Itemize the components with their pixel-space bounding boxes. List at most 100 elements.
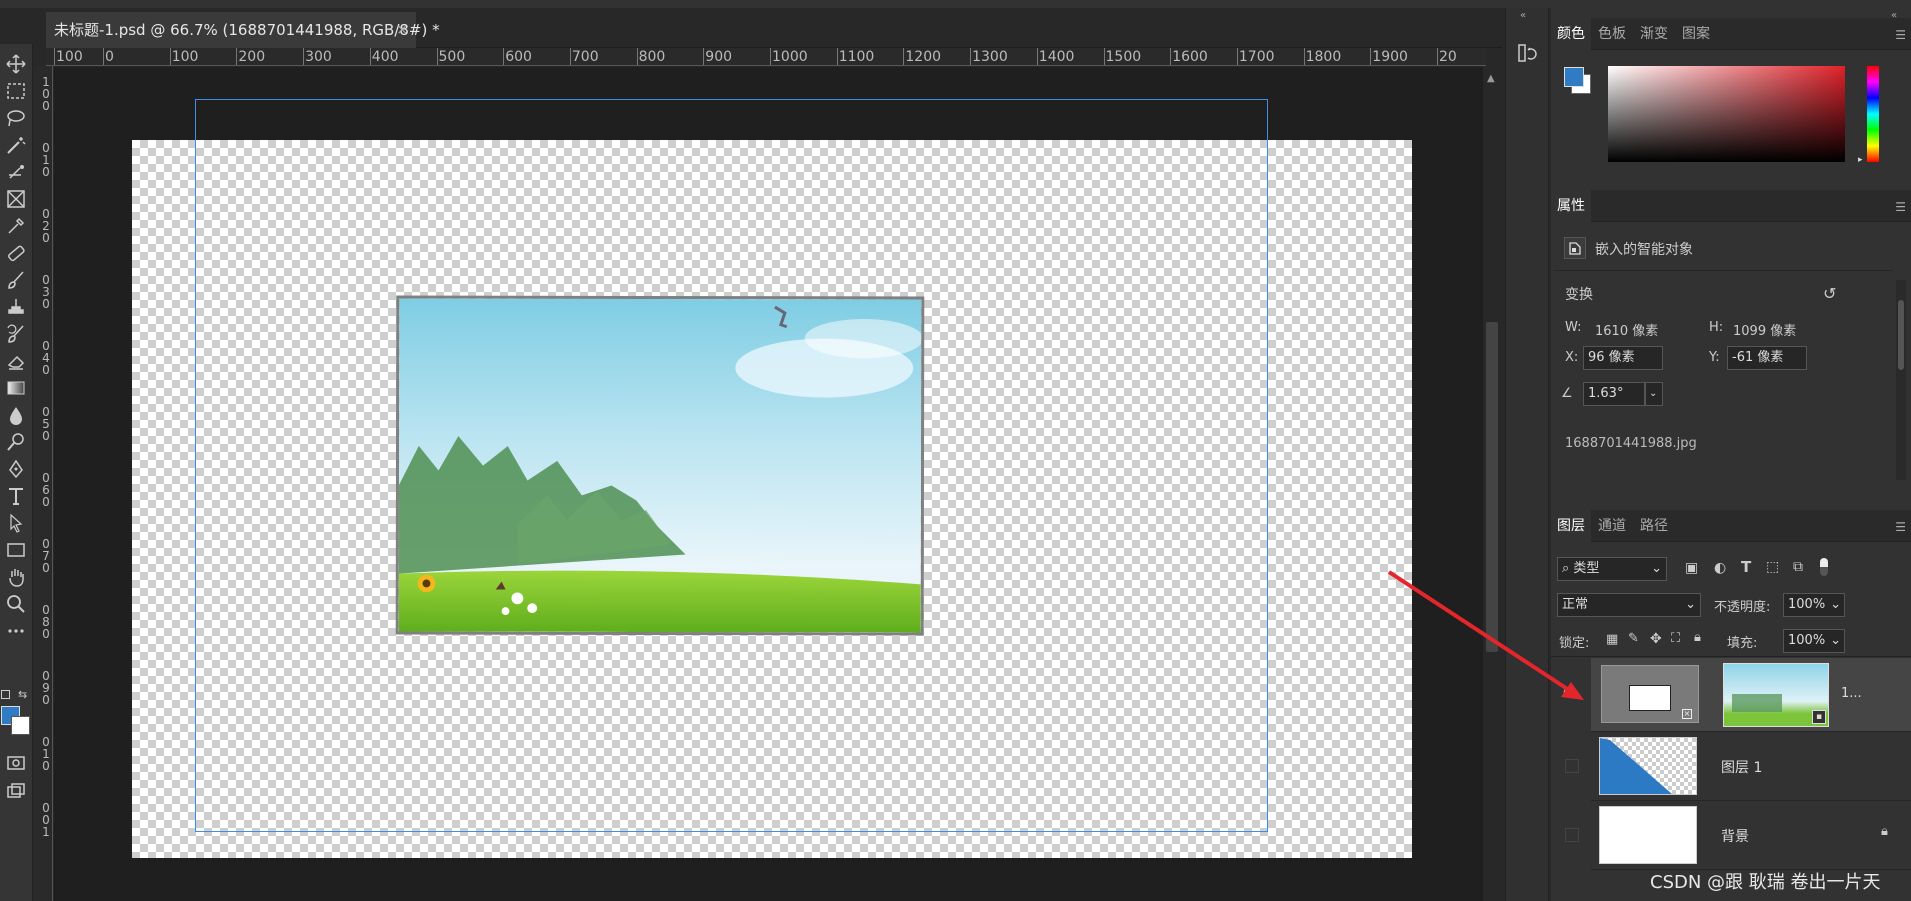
- layer-row-background[interactable]: 背景 🔒︎: [1591, 802, 1911, 870]
- lock-artboard-icon[interactable]: ⛶: [1671, 631, 1680, 646]
- gradient-tool-icon[interactable]: [2, 374, 30, 402]
- panel-menu-icon[interactable]: ☰: [1895, 28, 1906, 42]
- ruler-tick-label: 400: [371, 49, 399, 65]
- dodge-tool-icon[interactable]: [2, 428, 30, 456]
- scroll-up-icon[interactable]: ▲: [1487, 73, 1495, 84]
- layer-1-thumbnail[interactable]: [1599, 737, 1697, 795]
- layer-name[interactable]: 图层 1: [1721, 757, 1762, 777]
- layers-menu-icon[interactable]: ☰: [1895, 520, 1906, 534]
- pen-tool-icon[interactable]: [2, 455, 30, 483]
- reset-transform-icon[interactable]: ↺: [1823, 284, 1836, 303]
- filter-type-icon[interactable]: T: [1741, 558, 1751, 576]
- visibility-toggle-empty[interactable]: [1565, 828, 1579, 842]
- transform-section-label: 变换: [1565, 287, 1593, 303]
- type-tool-icon[interactable]: [2, 482, 30, 510]
- screen-mode-icon[interactable]: [2, 777, 30, 805]
- close-tab-icon[interactable]: ×: [396, 12, 408, 48]
- zoom-tool-icon[interactable]: [2, 590, 30, 618]
- eraser-tool-icon[interactable]: [2, 347, 30, 375]
- hue-slider[interactable]: [1867, 66, 1879, 162]
- ruler-tick-label: 500: [438, 49, 466, 65]
- tab-paths[interactable]: 路径: [1633, 510, 1675, 542]
- ruler-tick-label: 100: [171, 49, 199, 65]
- swap-colors-icon[interactable]: ⇆: [18, 688, 27, 701]
- angle-field[interactable]: 1.63°: [1583, 382, 1645, 406]
- lock-pixels-icon[interactable]: ✎: [1628, 631, 1639, 646]
- ruler-tick: [903, 48, 905, 65]
- ruler-tick-label: 100: [56, 49, 83, 65]
- fill-label: 填充:: [1727, 636, 1758, 651]
- ruler-tick-label: 700: [571, 49, 599, 65]
- x-position-field[interactable]: 96 像素: [1583, 346, 1663, 370]
- tab-color[interactable]: 颜色: [1551, 18, 1591, 50]
- blur-tool-icon[interactable]: [2, 401, 30, 429]
- eyedropper-tool-icon[interactable]: [2, 212, 30, 240]
- lock-transparency-icon[interactable]: ▦: [1606, 632, 1618, 647]
- canvas-vertical-scrollbar[interactable]: ▲: [1483, 67, 1501, 901]
- default-colors-icon[interactable]: [1, 690, 10, 699]
- document-tab[interactable]: 未标题-1.psd @ 66.7% (1688701441988, RGB/8#…: [46, 12, 440, 48]
- lock-position-icon[interactable]: ✥: [1650, 631, 1662, 647]
- scrollbar-thumb[interactable]: [1486, 322, 1498, 652]
- lock-all-icon[interactable]: 🔒︎: [1694, 630, 1701, 645]
- rectangle-tool-icon[interactable]: [2, 536, 30, 564]
- opacity-field[interactable]: 100% ⌄: [1783, 593, 1845, 617]
- tab-channels[interactable]: 通道: [1591, 510, 1633, 542]
- frame-tool-icon[interactable]: [2, 185, 30, 213]
- layer-name[interactable]: 1...: [1841, 686, 1862, 701]
- path-selection-tool-icon[interactable]: [2, 509, 30, 537]
- tab-gradients[interactable]: 渐变: [1633, 18, 1675, 50]
- brush-tool-icon[interactable]: [2, 266, 30, 294]
- move-tool-icon[interactable]: [2, 50, 30, 78]
- crop-tool-icon[interactable]: [2, 158, 30, 186]
- magic-wand-tool-icon[interactable]: [2, 131, 30, 159]
- background-thumbnail[interactable]: [1599, 806, 1697, 864]
- vertical-ruler: 100010020030040050060070080090010001: [33, 66, 53, 901]
- visibility-eye-icon[interactable]: ◉: [1563, 684, 1575, 700]
- layer-name[interactable]: 背景: [1721, 826, 1749, 846]
- marquee-tool-icon[interactable]: [2, 77, 30, 105]
- quick-mask-icon[interactable]: [2, 749, 30, 777]
- healing-brush-tool-icon[interactable]: [2, 239, 30, 267]
- smart-object-image[interactable]: [395, 295, 925, 636]
- filter-adjustment-icon[interactable]: ◐: [1714, 560, 1726, 576]
- foreground-color-chip[interactable]: [1564, 67, 1584, 87]
- properties-scrollbar[interactable]: [1896, 280, 1906, 480]
- ruler-tick-label: 1800: [1305, 49, 1342, 65]
- blend-mode-dropdown[interactable]: 正常 ⌄: [1557, 593, 1701, 617]
- hand-tool-icon[interactable]: [2, 563, 30, 591]
- stamp-tool-icon[interactable]: [2, 293, 30, 321]
- angle-dropdown-icon[interactable]: ⌄: [1645, 382, 1663, 406]
- filter-toggle-icon[interactable]: [1820, 558, 1828, 576]
- fill-field[interactable]: 100% ⌄: [1783, 629, 1845, 653]
- tab-swatches[interactable]: 色板: [1591, 18, 1633, 50]
- collapse-dock-icon[interactable]: «: [1520, 10, 1526, 21]
- canvas-area[interactable]: [54, 67, 1484, 901]
- chevron-down-icon: ⌄: [1830, 597, 1841, 612]
- smart-object-thumbnail[interactable]: ▪: [1723, 663, 1829, 727]
- properties-menu-icon[interactable]: ☰: [1895, 200, 1906, 214]
- tab-properties[interactable]: 属性: [1551, 190, 1591, 222]
- history-brush-tool-icon[interactable]: [2, 320, 30, 348]
- color-picker-field[interactable]: [1608, 66, 1845, 162]
- visibility-toggle-empty[interactable]: [1565, 759, 1579, 773]
- lasso-tool-icon[interactable]: [2, 104, 30, 132]
- filter-smart-object-icon[interactable]: ⧉: [1793, 559, 1803, 575]
- tab-patterns[interactable]: 图案: [1675, 18, 1717, 50]
- layer-row-layer-1[interactable]: 图层 1: [1591, 733, 1911, 801]
- history-panel-icon[interactable]: [1516, 42, 1538, 67]
- filter-shape-icon[interactable]: ⬚: [1766, 559, 1779, 575]
- y-position-field[interactable]: -61 像素: [1727, 346, 1807, 370]
- ruler-tick: [1236, 48, 1238, 65]
- ruler-tick-label: 1700: [1238, 49, 1275, 65]
- layer-row-smart-object[interactable]: × ▪ 1...: [1591, 658, 1911, 732]
- more-tools-icon[interactable]: [2, 617, 30, 645]
- background-color-swatch[interactable]: [11, 716, 30, 735]
- layer-mask-thumbnail[interactable]: ×: [1601, 665, 1699, 723]
- tab-layers[interactable]: 图层: [1551, 510, 1591, 542]
- layer-filter-dropdown[interactable]: ⌕ 类型 ⌄: [1557, 557, 1667, 581]
- ruler-tick-label: 0: [42, 429, 50, 443]
- hue-slider-handle[interactable]: ▸: [1858, 155, 1863, 165]
- filter-pixel-icon[interactable]: ▣: [1685, 560, 1698, 576]
- ruler-tick-label: 1300: [972, 49, 1008, 65]
